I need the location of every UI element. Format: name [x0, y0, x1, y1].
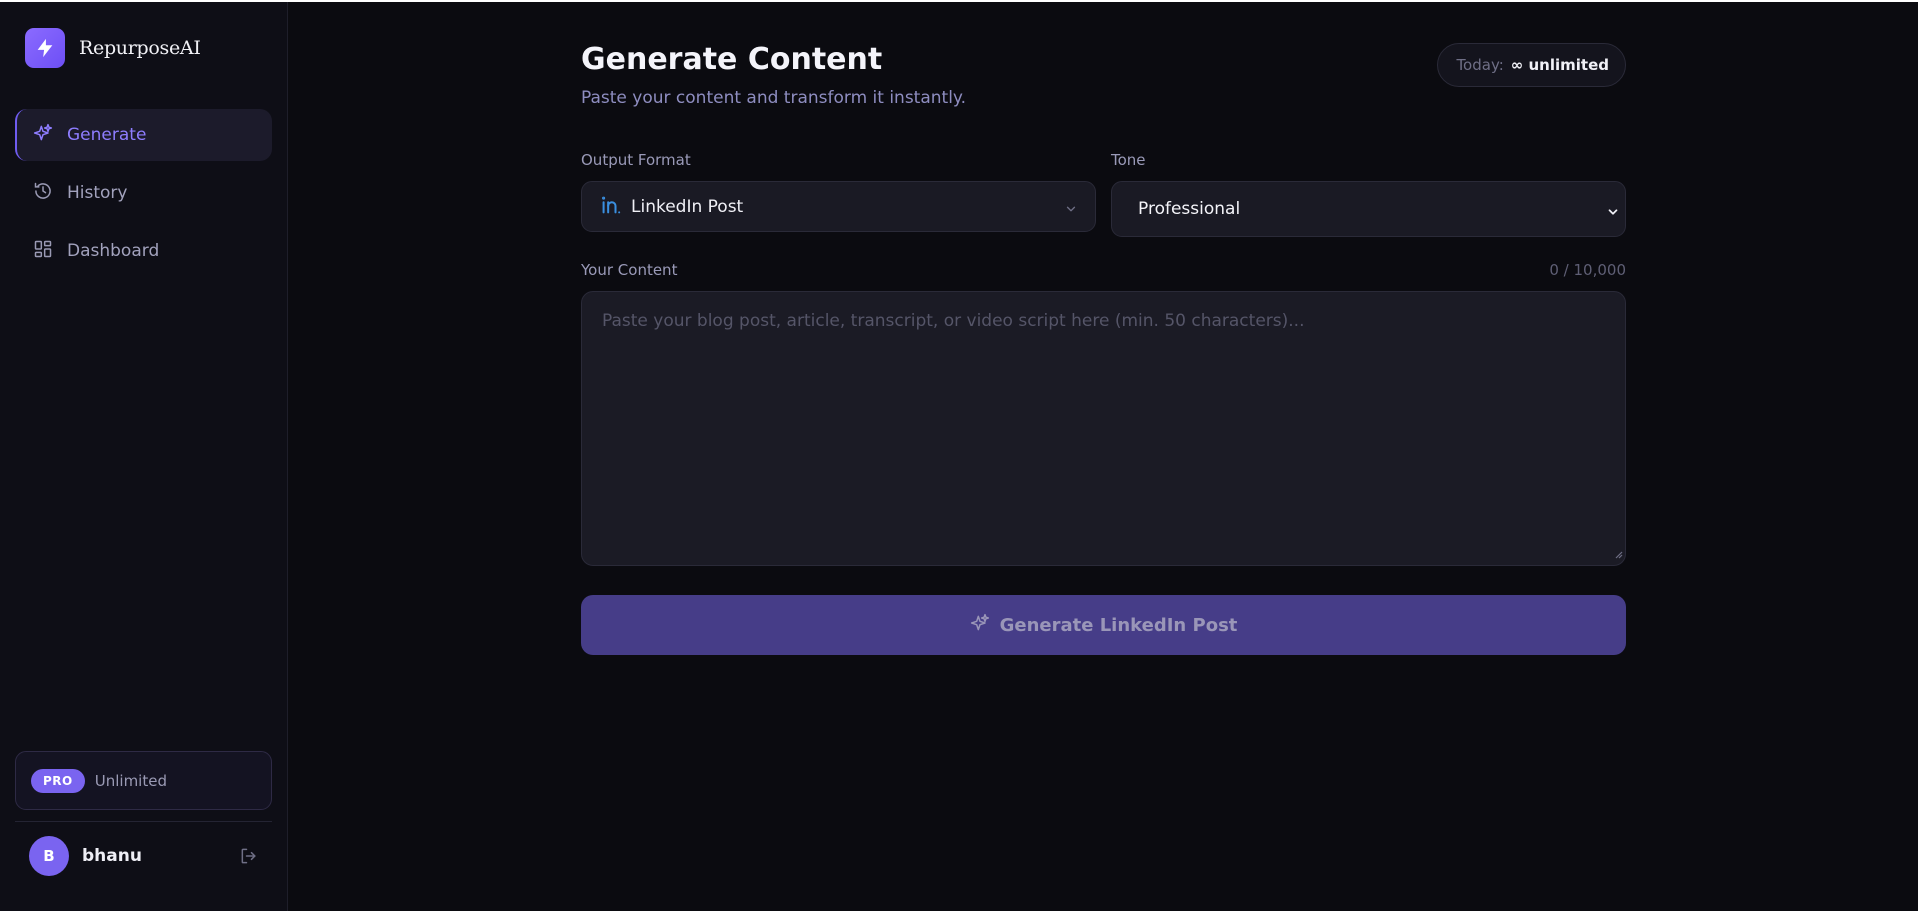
usage-label: Today:: [1456, 56, 1504, 74]
tone-select[interactable]: Professional: [1111, 181, 1626, 237]
sidebar-item-generate[interactable]: Generate: [15, 109, 272, 161]
linkedin-icon: [599, 194, 621, 220]
pro-badge: PRO: [31, 768, 85, 793]
content-placeholder: Paste your blog post, article, transcrip…: [602, 311, 1305, 331]
generate-button[interactable]: Generate LinkedIn Post: [581, 595, 1626, 655]
brand[interactable]: RepurposeAI: [25, 28, 201, 68]
resize-handle-icon[interactable]: [1613, 544, 1623, 563]
brand-name: RepurposeAI: [79, 37, 201, 59]
tone-label: Tone: [1111, 151, 1146, 169]
chevron-down-icon: [1606, 204, 1620, 223]
avatar[interactable]: B: [29, 836, 69, 876]
page-title: Generate Content: [581, 42, 883, 77]
sparkles-icon: [970, 613, 990, 637]
output-format-label: Output Format: [581, 151, 691, 169]
usage-value: ∞ unlimited: [1510, 56, 1609, 74]
char-count: 0 / 10,000: [1549, 261, 1626, 279]
sidebar: RepurposeAI Generate History Dashboard P…: [0, 2, 288, 911]
logout-icon[interactable]: [239, 846, 259, 870]
plan-card[interactable]: PRO Unlimited: [15, 751, 272, 810]
username: bhanu: [82, 846, 142, 866]
content-textarea[interactable]: Paste your blog post, article, transcrip…: [581, 291, 1626, 566]
sidebar-item-history[interactable]: History: [15, 167, 272, 219]
user-row: B bhanu: [29, 836, 259, 876]
page-subtitle: Paste your content and transform it inst…: [581, 88, 966, 108]
sidebar-item-label: History: [67, 183, 128, 203]
dashboard-grid-icon: [33, 239, 53, 264]
sparkles-icon: [33, 123, 53, 148]
lightning-bolt-icon: [25, 28, 65, 68]
output-format-value: LinkedIn Post: [631, 196, 744, 217]
sidebar-divider: [15, 821, 272, 822]
generate-button-label: Generate LinkedIn Post: [999, 614, 1238, 636]
output-format-select[interactable]: LinkedIn Post: [581, 181, 1096, 232]
history-clock-icon: [33, 181, 53, 206]
app-window: RepurposeAI Generate History Dashboard P…: [0, 0, 1918, 911]
content-label: Your Content: [581, 261, 678, 279]
tone-value: Professional: [1138, 199, 1241, 219]
sidebar-item-label: Generate: [67, 125, 147, 145]
sidebar-item-label: Dashboard: [67, 241, 160, 261]
chevron-down-icon: [1064, 201, 1078, 220]
plan-text: Unlimited: [94, 771, 167, 790]
sidebar-item-dashboard[interactable]: Dashboard: [15, 225, 272, 277]
usage-pill: Today: ∞ unlimited: [1437, 43, 1626, 87]
